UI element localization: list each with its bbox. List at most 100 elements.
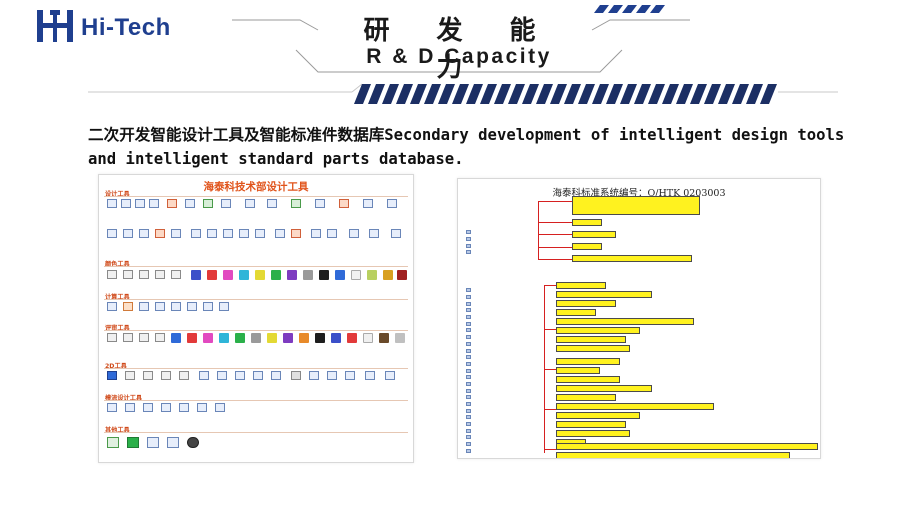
tool-icon (197, 403, 207, 412)
tool-icon (387, 199, 397, 208)
tool-icon (107, 403, 117, 412)
tree-row (466, 441, 556, 448)
color-chip (191, 270, 201, 280)
tool-icon (235, 371, 245, 380)
color-chip (219, 333, 229, 343)
section-rule (104, 330, 408, 331)
tree-row (466, 300, 556, 307)
annotation-box (556, 358, 620, 365)
color-chip (379, 333, 389, 343)
color-chip (251, 333, 261, 343)
connector-line (538, 234, 572, 235)
section-rule (104, 266, 408, 267)
color-chip (315, 333, 325, 343)
tool-icon (339, 199, 349, 208)
tool-icon (125, 403, 135, 412)
annotation-box (572, 231, 616, 238)
tool-icon (123, 229, 133, 238)
brand-name: Hi-Tech (81, 14, 171, 41)
tree-row (466, 361, 556, 368)
connector-line (538, 201, 572, 202)
section-rule (104, 299, 408, 300)
tool-icon (185, 199, 195, 208)
tree-row (466, 347, 556, 354)
tree-row (466, 434, 556, 441)
tree-row (466, 236, 556, 243)
page-title-english: R & D Capacity (366, 45, 552, 68)
tool-icon (275, 229, 285, 238)
connector-line (544, 369, 556, 370)
tool-icon (327, 229, 337, 238)
annotation-box (556, 327, 640, 334)
tool-icon (291, 199, 301, 208)
color-chip (367, 270, 377, 280)
color-chip (235, 333, 245, 343)
annotation-box (556, 300, 616, 307)
tool-icon (147, 437, 159, 448)
tool-icon (271, 371, 281, 380)
color-chip (319, 270, 329, 280)
tool-icon (315, 199, 325, 208)
tool-icon (155, 270, 165, 279)
tool-icon (223, 229, 233, 238)
tree-row (466, 249, 556, 256)
section-rule (104, 196, 408, 197)
color-chip (187, 333, 197, 343)
tool-icon (215, 403, 225, 412)
tool-icon (107, 437, 119, 448)
annotation-box (556, 291, 652, 298)
tool-icon (139, 302, 149, 311)
tool-icon (139, 333, 149, 342)
tool-icon (245, 199, 255, 208)
color-chip (271, 270, 281, 280)
tool-icon (171, 302, 181, 311)
tool-icon (327, 371, 337, 380)
annotation-box (556, 443, 818, 450)
tool-icon (199, 371, 209, 380)
tool-icon (167, 437, 179, 448)
tool-icon (125, 371, 135, 380)
tool-icon (191, 229, 201, 238)
tool-icon (369, 229, 379, 238)
tree-row (466, 327, 556, 334)
tool-icon (187, 302, 197, 311)
connector-line (538, 222, 572, 223)
tool-icon (123, 333, 133, 342)
connector-line (544, 285, 556, 286)
tool-icon (107, 229, 117, 238)
tool-icon (171, 229, 181, 238)
color-chip (363, 333, 373, 343)
tree-row (466, 334, 556, 341)
tree-row (466, 427, 556, 434)
tool-icon (135, 199, 145, 208)
tool-icon (217, 371, 227, 380)
tool-icon (179, 403, 189, 412)
color-chip (303, 270, 313, 280)
annotation-box (556, 412, 640, 419)
tool-icon (143, 371, 153, 380)
connector-line (538, 201, 539, 259)
tool-icon (267, 199, 277, 208)
tool-icon (391, 229, 401, 238)
annotation-box (556, 367, 600, 374)
color-chip (203, 333, 213, 343)
slide-subtitle: 二次开发智能设计工具及智能标准件数据库Secondary development… (88, 126, 845, 168)
tree-row (466, 320, 556, 327)
annotation-box (556, 309, 596, 316)
download-icon (127, 437, 139, 448)
color-chip (351, 270, 361, 280)
color-chip (299, 333, 309, 343)
annotation-box (556, 430, 630, 437)
tool-icon (207, 229, 217, 238)
section-rule (104, 368, 408, 369)
tree-row (466, 294, 556, 301)
tree-row (466, 407, 556, 414)
color-chip (397, 270, 407, 280)
connector-line (538, 259, 572, 260)
tool-icon (309, 371, 319, 380)
annotation-box (556, 282, 606, 289)
annotation-box (572, 219, 602, 226)
color-chip (255, 270, 265, 280)
color-chip (335, 270, 345, 280)
tool-icon (161, 371, 171, 380)
